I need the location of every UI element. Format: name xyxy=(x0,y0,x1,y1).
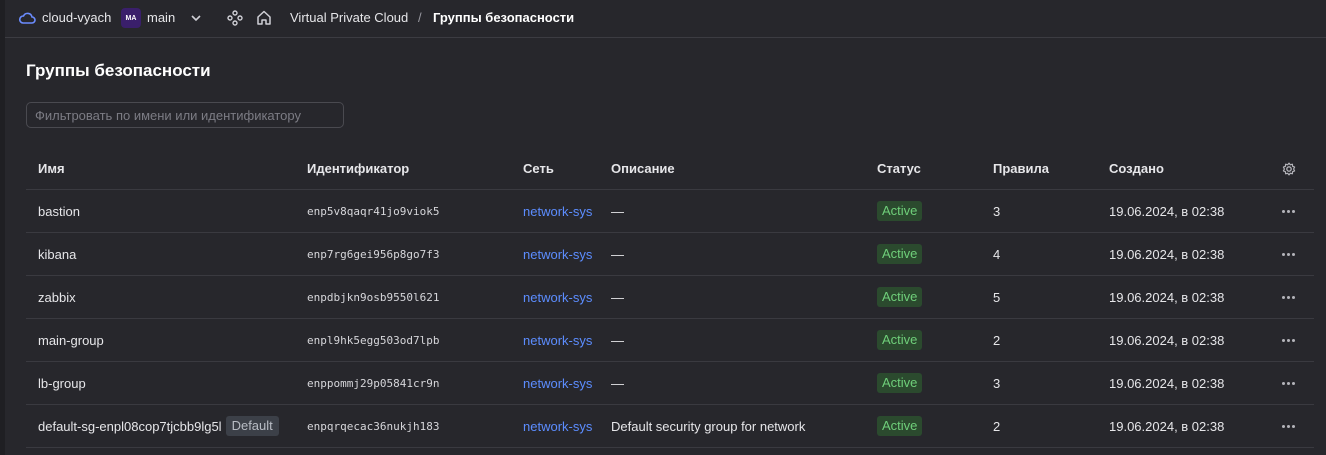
column-header-created[interactable]: Создано xyxy=(1109,148,1164,189)
row-name[interactable]: kibana xyxy=(38,233,76,275)
cloud-icon[interactable] xyxy=(18,10,36,26)
default-badge: Default xyxy=(225,416,279,436)
table-row[interactable]: main-group enpl9hk5egg503od7lpb network-… xyxy=(26,319,1314,362)
row-name[interactable]: default-sg-enpl08cop7tjcbb9lg5l xyxy=(38,419,222,434)
breadcrumb-current: Группы безопасности xyxy=(433,10,575,25)
row-name[interactable]: lb-group xyxy=(38,362,86,404)
row-status: Active xyxy=(877,405,923,447)
folder-name[interactable]: main xyxy=(147,10,175,25)
table-row[interactable]: bastion enp5v8qaqr41jo9viok5 network-sys… xyxy=(26,190,1314,233)
status-badge: Active xyxy=(877,244,923,264)
row-created: 19.06.2024, в 02:38 xyxy=(1109,332,1225,348)
row-name[interactable]: main-group xyxy=(38,319,104,361)
row-description: — xyxy=(611,203,624,219)
services-icon[interactable] xyxy=(227,10,243,26)
column-header-id[interactable]: Идентификатор xyxy=(307,148,409,189)
row-id: enpdbjkn9osb9550l621 xyxy=(307,290,440,304)
table-row[interactable]: kibana enp7rg6gei956p8go7f3 network-sys … xyxy=(26,233,1314,276)
security-groups-table: Имя Идентификатор Сеть Описание Статус П… xyxy=(26,148,1314,448)
column-header-description[interactable]: Описание xyxy=(611,148,675,189)
row-created: 19.06.2024, в 02:38 xyxy=(1109,203,1225,219)
top-bar: cloud-vyach MA main Virtual Private Clou… xyxy=(5,0,1326,38)
row-network-link[interactable]: network-sys xyxy=(523,190,592,232)
row-network-link[interactable]: network-sys xyxy=(523,362,592,404)
status-badge: Active xyxy=(877,373,923,393)
row-rules: 5 xyxy=(993,289,1001,305)
row-description: — xyxy=(611,332,624,348)
row-created: 19.06.2024, в 02:38 xyxy=(1109,375,1225,391)
row-id: enp5v8qaqr41jo9viok5 xyxy=(307,204,440,218)
column-header-name[interactable]: Имя xyxy=(38,148,65,189)
breadcrumb-separator: / xyxy=(418,10,422,25)
column-header-status[interactable]: Статус xyxy=(877,148,921,189)
column-header-rules[interactable]: Правила xyxy=(993,148,1049,189)
status-badge: Active xyxy=(877,287,923,307)
row-network-link[interactable]: network-sys xyxy=(523,233,592,275)
breadcrumb-vpc[interactable]: Virtual Private Cloud xyxy=(290,10,408,25)
row-id: enpqrqecac36nukjh183 xyxy=(307,419,440,433)
row-rules: 2 xyxy=(993,332,1001,348)
more-icon[interactable] xyxy=(1278,276,1298,318)
row-description: — xyxy=(611,289,624,305)
row-status: Active xyxy=(877,362,923,404)
row-rules: 2 xyxy=(993,418,1001,434)
row-rules: 3 xyxy=(993,203,1001,219)
row-created: 19.06.2024, в 02:38 xyxy=(1109,246,1225,262)
row-network-link[interactable]: network-sys xyxy=(523,276,592,318)
row-created: 19.06.2024, в 02:38 xyxy=(1109,418,1225,434)
row-created: 19.06.2024, в 02:38 xyxy=(1109,289,1225,305)
left-edge xyxy=(0,0,5,455)
row-status: Active xyxy=(877,276,923,318)
gear-icon[interactable] xyxy=(1280,148,1298,189)
row-description: — xyxy=(611,246,624,262)
page-title: Группы безопасности xyxy=(26,61,211,80)
more-icon[interactable] xyxy=(1278,405,1298,447)
table-row[interactable]: default-sg-enpl08cop7tjcbb9lg5l Default … xyxy=(26,405,1314,448)
chevron-down-icon[interactable] xyxy=(190,12,202,24)
row-name[interactable]: zabbix xyxy=(38,276,76,318)
home-icon[interactable] xyxy=(256,9,272,26)
row-network-link[interactable]: network-sys xyxy=(523,405,592,447)
filter-input[interactable] xyxy=(26,102,344,128)
row-rules: 3 xyxy=(993,375,1001,391)
table-row[interactable]: zabbix enpdbjkn9osb9550l621 network-sys … xyxy=(26,276,1314,319)
status-badge: Active xyxy=(877,416,923,436)
row-status: Active xyxy=(877,233,923,275)
more-icon[interactable] xyxy=(1278,190,1298,232)
table-row[interactable]: lb-group enppommj29p05841cr9n network-sy… xyxy=(26,362,1314,405)
more-icon[interactable] xyxy=(1278,233,1298,275)
row-id: enpl9hk5egg503od7lpb xyxy=(307,333,440,347)
row-id: enppommj29p05841cr9n xyxy=(307,376,440,390)
column-header-network[interactable]: Сеть xyxy=(523,148,554,189)
row-description: Default security group for network xyxy=(611,418,806,434)
row-name[interactable]: bastion xyxy=(38,190,80,232)
folder-avatar[interactable]: MA xyxy=(121,8,141,28)
row-status: Active xyxy=(877,190,923,232)
row-id: enp7rg6gei956p8go7f3 xyxy=(307,247,440,261)
status-badge: Active xyxy=(877,330,923,350)
more-icon[interactable] xyxy=(1278,362,1298,404)
row-rules: 4 xyxy=(993,246,1001,262)
cloud-name[interactable]: cloud-vyach xyxy=(42,10,111,25)
row-name-cell: default-sg-enpl08cop7tjcbb9lg5l Default xyxy=(38,405,279,447)
more-icon[interactable] xyxy=(1278,319,1298,361)
table-header: Имя Идентификатор Сеть Описание Статус П… xyxy=(26,148,1314,190)
row-description: — xyxy=(611,375,624,391)
row-status: Active xyxy=(877,319,923,361)
row-network-link[interactable]: network-sys xyxy=(523,319,592,361)
status-badge: Active xyxy=(877,201,923,221)
